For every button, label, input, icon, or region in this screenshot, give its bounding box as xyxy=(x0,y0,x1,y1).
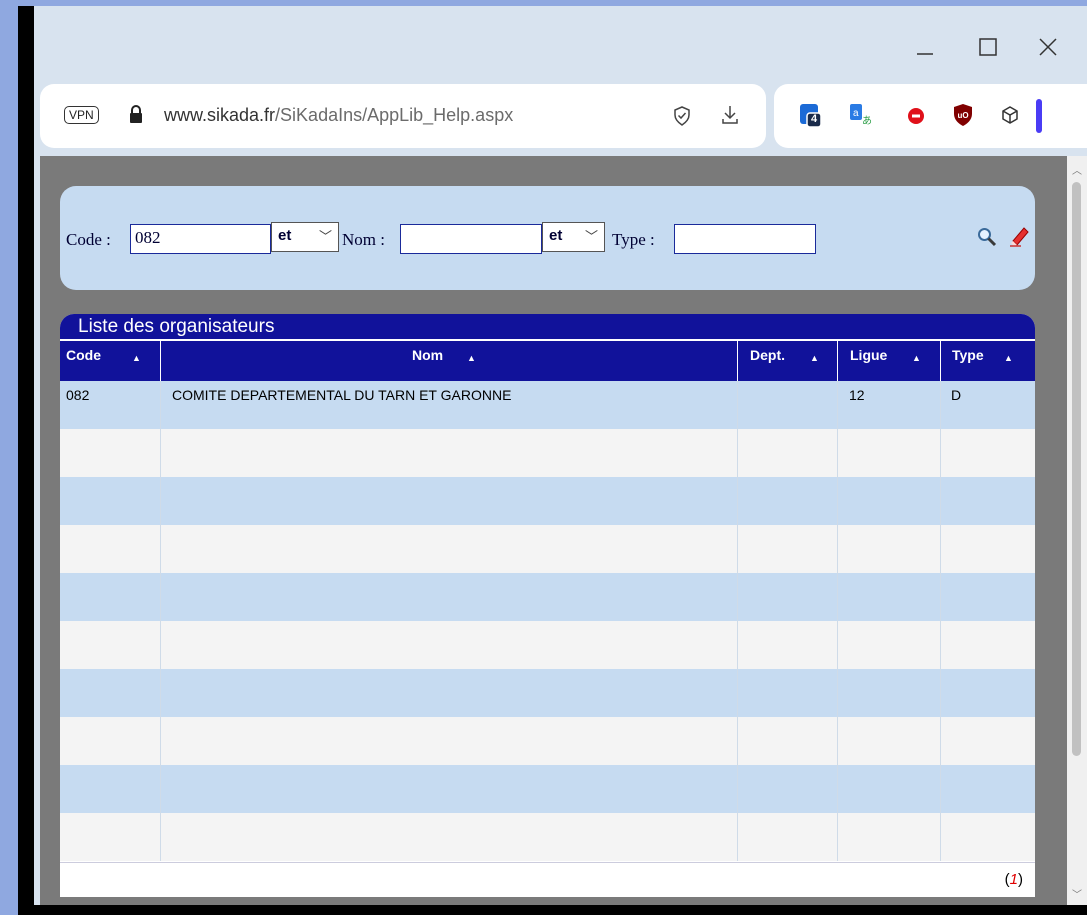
column-header-code-label: Code xyxy=(66,347,101,363)
title-bar xyxy=(34,6,1087,78)
column-divider xyxy=(837,381,838,861)
nom-label: Nom : xyxy=(342,230,385,249)
svg-text:uO: uO xyxy=(958,111,969,120)
pager-row: (1) xyxy=(60,862,1035,897)
column-header-ligue-label: Ligue xyxy=(850,347,888,363)
address-bar[interactable]: VPN www.sikada.fr/SiKadaIns/AppLib_Help.… xyxy=(40,84,766,148)
shield-check-icon[interactable] xyxy=(672,105,692,132)
close-icon[interactable] xyxy=(1033,32,1063,62)
vpn-badge[interactable]: VPN xyxy=(64,106,99,124)
table-row xyxy=(60,669,1035,717)
sort-arrow-icon: ▲ xyxy=(467,353,476,363)
table-header: Code ▲ Nom ▲ Dept. ▲ Ligue ▲ Type ▲ xyxy=(60,339,1035,381)
operator-select-2-value: et xyxy=(549,227,563,244)
operator-select-1-value: et xyxy=(278,227,292,244)
scrollbar[interactable]: ︿ ﹀ xyxy=(1067,156,1087,905)
type-input[interactable] xyxy=(674,224,816,254)
cell-type: D xyxy=(951,387,962,403)
table-row[interactable]: 082 COMITE DEPARTEMENTAL DU TARN ET GARO… xyxy=(60,381,1035,429)
column-header-ligue[interactable]: Ligue ▲ xyxy=(837,341,940,381)
extensions-bar: 4 aあ uO xyxy=(774,84,1087,148)
download-icon[interactable] xyxy=(720,104,740,131)
table-row xyxy=(60,477,1035,525)
table-row xyxy=(60,765,1035,813)
column-header-type-label: Type xyxy=(952,347,984,363)
left-border xyxy=(18,6,34,915)
cube-icon[interactable] xyxy=(1000,105,1020,130)
bottom-border xyxy=(18,905,1087,915)
column-divider xyxy=(160,381,161,861)
eraser-icon[interactable] xyxy=(1007,224,1031,253)
column-header-dept-label: Dept. xyxy=(750,347,785,363)
cell-code: 082 xyxy=(66,387,90,403)
column-header-nom-label: Nom xyxy=(412,347,444,363)
maximize-icon[interactable] xyxy=(973,32,1003,62)
url-text[interactable]: www.sikada.fr/SiKadaIns/AppLib_Help.aspx xyxy=(164,105,513,126)
cell-nom: COMITE DEPARTEMENTAL DU TARN ET GARONNE xyxy=(172,387,512,403)
table-row xyxy=(60,621,1035,669)
type-label: Type : xyxy=(612,230,655,249)
pager-page-1[interactable]: 1 xyxy=(1010,871,1018,888)
table-row xyxy=(60,573,1035,621)
lock-icon[interactable] xyxy=(128,104,144,129)
scroll-thumb[interactable] xyxy=(1072,182,1081,756)
search-panel: Code : 082 et ﹀ Nom : et ﹀ Type : xyxy=(60,186,1035,290)
minimize-icon[interactable] xyxy=(910,32,940,62)
column-divider xyxy=(737,381,738,861)
svg-text:あ: あ xyxy=(862,115,872,127)
chevron-down-icon: ﹀ xyxy=(318,229,332,244)
column-header-dept[interactable]: Dept. ▲ xyxy=(737,341,837,381)
chevron-down-icon: ﹀ xyxy=(584,229,598,244)
record-icon[interactable] xyxy=(906,106,926,131)
scroll-up-icon[interactable]: ︿ xyxy=(1072,162,1082,177)
search-icon[interactable] xyxy=(976,226,998,253)
code-input[interactable]: 082 xyxy=(130,224,271,254)
operator-select-2[interactable]: et ﹀ xyxy=(542,222,605,252)
column-header-code[interactable]: Code ▲ xyxy=(60,341,160,381)
nom-input[interactable] xyxy=(400,224,542,254)
table-row xyxy=(60,525,1035,573)
table-row xyxy=(60,429,1035,477)
scroll-down-icon[interactable]: ﹀ xyxy=(1072,886,1082,901)
table-row xyxy=(60,717,1035,765)
column-header-nom[interactable]: Nom ▲ xyxy=(160,341,737,381)
code-label: Code : xyxy=(66,230,111,249)
tab-counter-icon[interactable]: 4 xyxy=(798,102,824,135)
cell-ligue: 12 xyxy=(849,387,865,403)
organizers-list: Liste des organisateurs Code ▲ Nom ▲ Dep… xyxy=(60,314,1035,897)
ublock-icon[interactable]: uO xyxy=(952,103,974,132)
sort-arrow-icon: ▲ xyxy=(132,353,141,363)
url-path: /SiKadaIns/AppLib_Help.aspx xyxy=(275,105,514,125)
sort-arrow-icon: ▲ xyxy=(912,353,921,363)
url-host: www.sikada.fr xyxy=(164,105,276,125)
browser-window: VPN www.sikada.fr/SiKadaIns/AppLib_Help.… xyxy=(34,6,1087,905)
column-header-type[interactable]: Type ▲ xyxy=(940,341,1035,381)
svg-text:a: a xyxy=(853,108,859,119)
page-content: ︿ ﹀ Code : 082 et ﹀ Nom : et ﹀ Type : Li… xyxy=(40,156,1087,905)
sort-arrow-icon: ▲ xyxy=(810,353,819,363)
operator-select-1[interactable]: et ﹀ xyxy=(271,222,339,252)
column-divider xyxy=(940,381,941,861)
table-row xyxy=(60,813,1035,861)
translate-icon[interactable]: aあ xyxy=(848,102,874,133)
tab-count-badge: 4 xyxy=(811,113,818,125)
profile-indicator[interactable] xyxy=(1036,99,1042,133)
pager: (1) xyxy=(1004,871,1023,888)
list-title: Liste des organisateurs xyxy=(60,314,1035,339)
sort-arrow-icon: ▲ xyxy=(1004,353,1013,363)
